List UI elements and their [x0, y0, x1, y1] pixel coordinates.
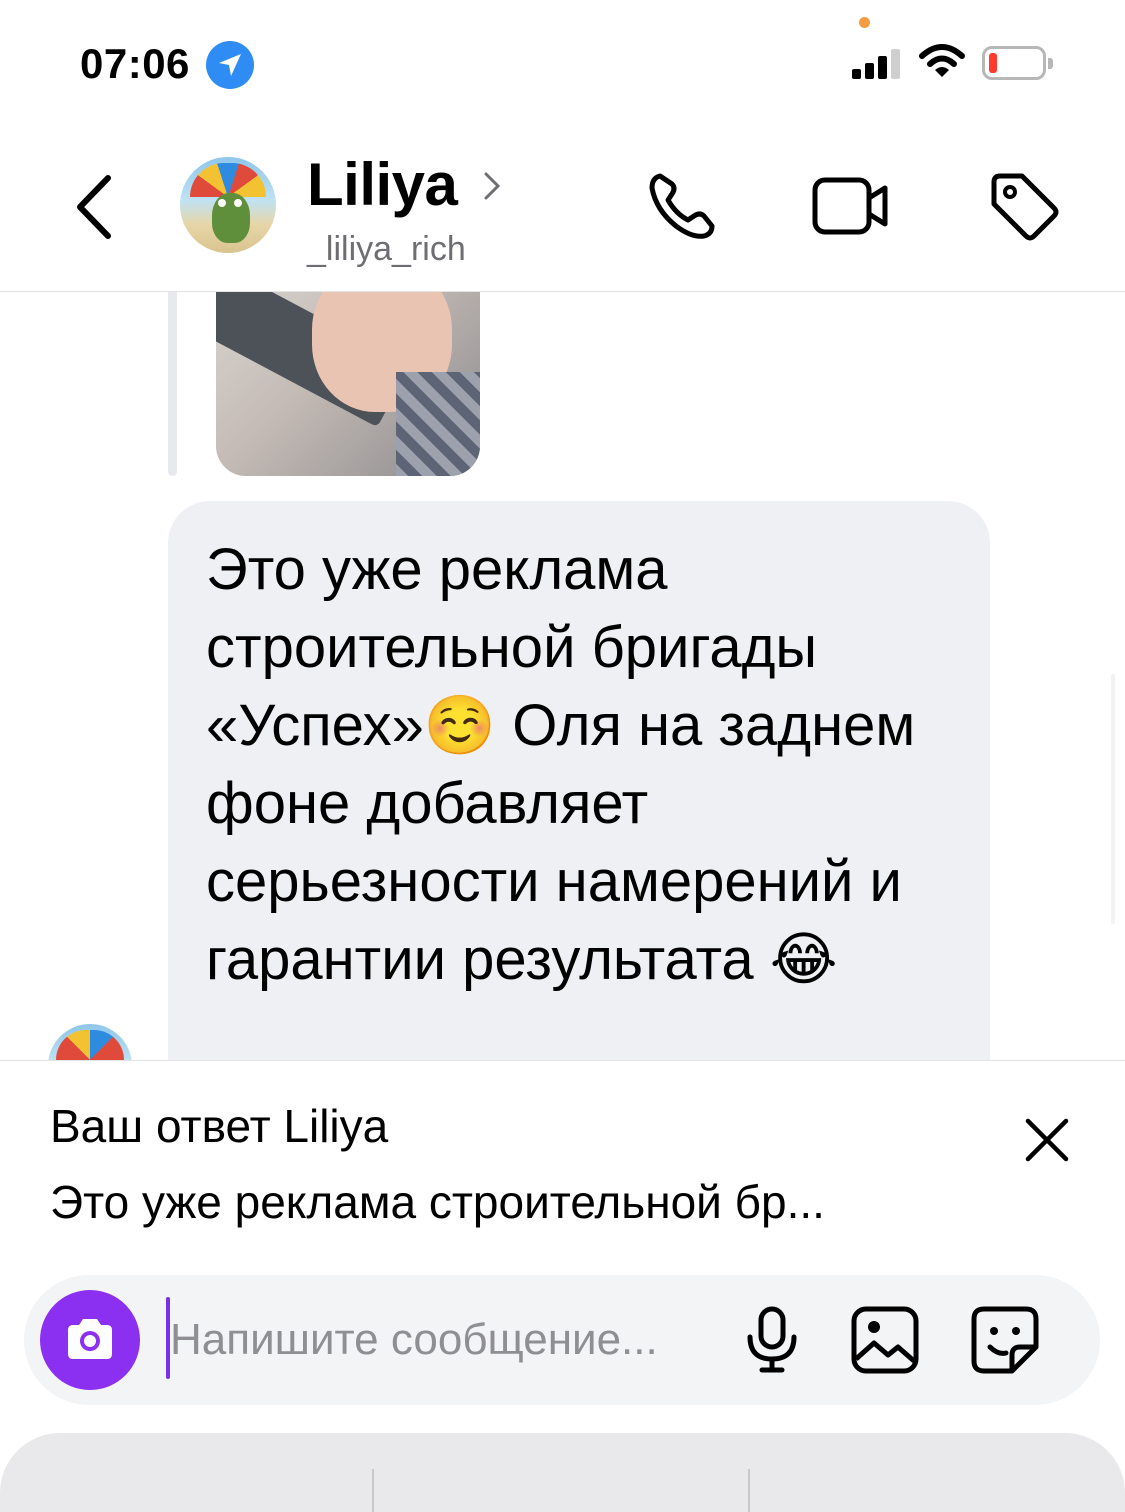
close-icon[interactable]: [1024, 1117, 1070, 1163]
message-list[interactable]: Это уже реклама строительной бригады «Ус…: [0, 292, 1125, 1060]
reply-preview-text: Это уже реклама строительной бр...: [50, 1176, 825, 1228]
phone-icon[interactable]: [646, 170, 718, 242]
scrollbar[interactable]: [1111, 674, 1115, 924]
wifi-icon: [919, 44, 965, 77]
gallery-icon[interactable]: [850, 1305, 920, 1375]
tag-icon[interactable]: [988, 170, 1060, 242]
shared-media-thumbnail[interactable]: [216, 292, 480, 476]
keyboard-area: [0, 1433, 1125, 1512]
cellular-signal-icon: [852, 47, 902, 79]
reply-preview-bar: Ваш ответ Liliya Это уже реклама строите…: [0, 1060, 1125, 1260]
battery-icon: [982, 46, 1053, 80]
camera-button[interactable]: [40, 1290, 140, 1390]
back-icon[interactable]: [70, 172, 120, 242]
reply-title: Ваш ответ Liliya: [50, 1100, 389, 1152]
microphone-icon[interactable]: [742, 1305, 802, 1375]
contact-avatar[interactable]: [180, 157, 276, 253]
status-bar: 07:06: [0, 0, 1125, 120]
sticker-icon[interactable]: [970, 1305, 1040, 1375]
sender-avatar[interactable]: [48, 1024, 132, 1060]
location-arrow-icon: [206, 41, 254, 89]
status-time: 07:06: [80, 40, 190, 87]
message-text: Это уже реклама строительной бригады «Ус…: [206, 537, 916, 992]
message-composer: [24, 1275, 1100, 1405]
contact-handle: _liliya_rich: [307, 230, 466, 268]
chat-header: Liliya _liliya_rich: [0, 120, 1125, 292]
message-input[interactable]: [170, 1297, 740, 1383]
camera-icon: [68, 1319, 112, 1359]
chevron-right-icon[interactable]: [482, 170, 502, 202]
video-icon[interactable]: [810, 170, 890, 242]
reply-thread-line: [168, 292, 177, 476]
message-bubble[interactable]: Это уже реклама строительной бригады «Ус…: [168, 501, 990, 1060]
contact-name[interactable]: Liliya: [307, 150, 458, 219]
privacy-indicator-dot: [859, 17, 870, 28]
